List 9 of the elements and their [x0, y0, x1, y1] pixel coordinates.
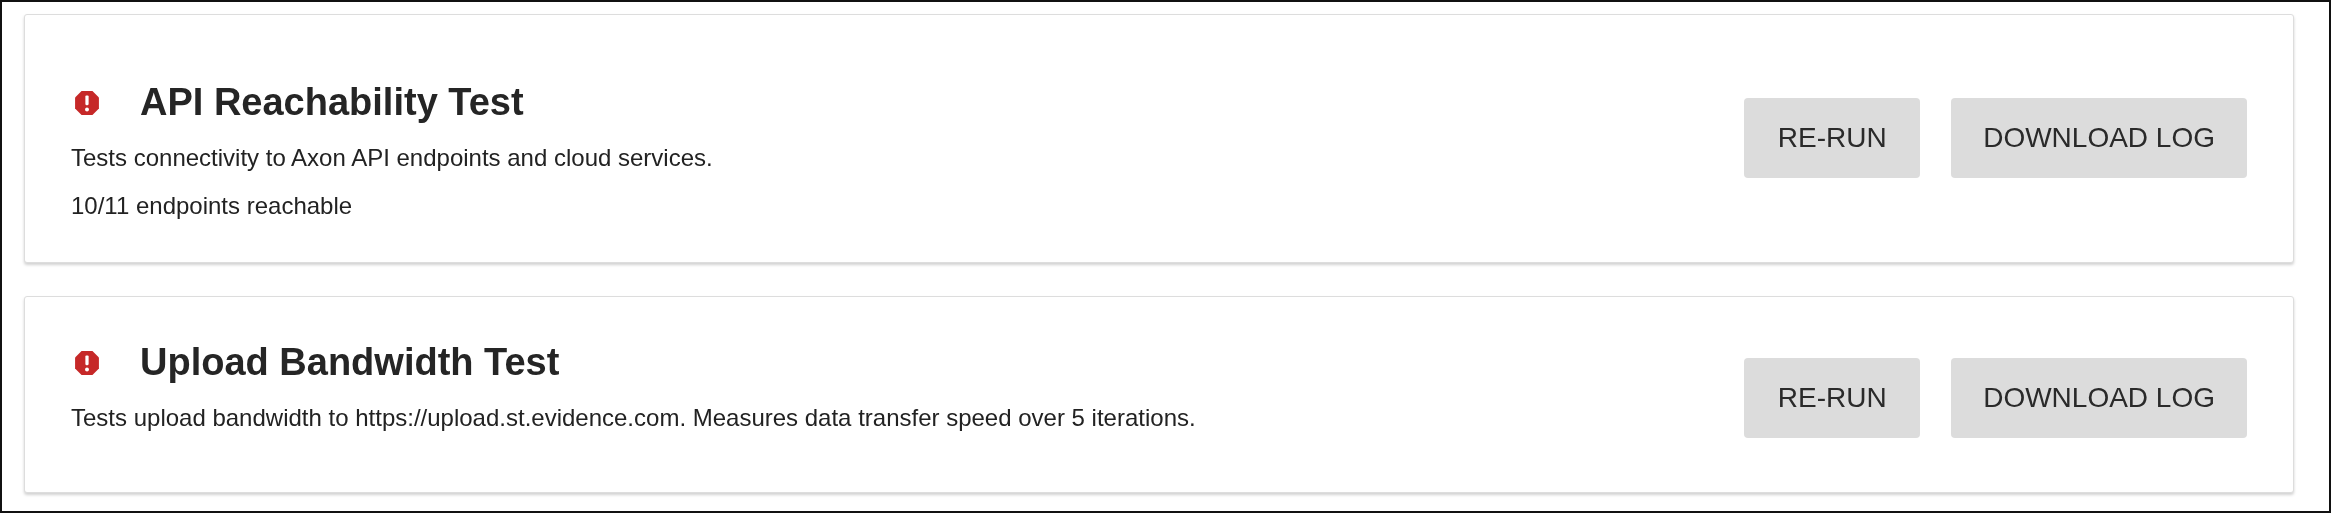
test-title: Upload Bandwidth Test — [140, 341, 560, 384]
download-log-button[interactable]: DOWNLOAD LOG — [1951, 358, 2247, 438]
test-title: API Reachability Test — [140, 81, 524, 124]
rerun-button[interactable]: RE-RUN — [1744, 358, 1921, 438]
download-log-button[interactable]: DOWNLOAD LOG — [1951, 98, 2247, 178]
rerun-button[interactable]: RE-RUN — [1744, 98, 1921, 178]
test-description: Tests upload bandwidth to https://upload.st.evidence.com. Measures data transfer speed over 5 iterations. — [71, 404, 1196, 432]
test-description: Tests connectivity to Axon API endpoints and cloud services. — [71, 144, 713, 172]
test-result: 10/11 endpoints reachable — [71, 192, 354, 220]
